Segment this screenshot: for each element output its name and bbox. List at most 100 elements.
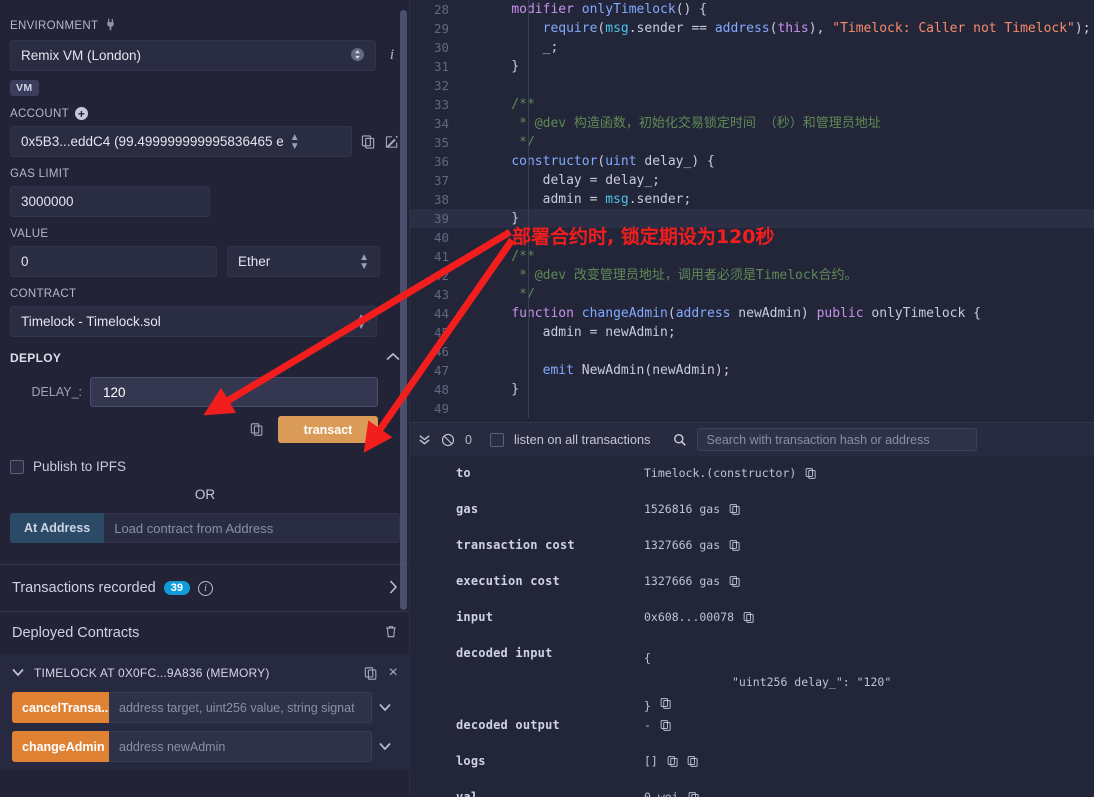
plus-circle-icon[interactable]: + xyxy=(74,107,88,120)
publish-ipfs-row[interactable]: Publish to IPFS xyxy=(0,459,410,474)
transactions-recorded-row[interactable]: Transactions recorded 39 i xyxy=(0,565,410,611)
unit-stepper-icon[interactable]: ▲ ▼ xyxy=(359,252,369,271)
chevron-down-icon[interactable] xyxy=(372,739,398,754)
token: constructor xyxy=(511,154,598,169)
code-line-36[interactable]: 36 constructor(uint delay_) { xyxy=(410,152,1094,171)
code-line-37[interactable]: 37 delay = delay_; xyxy=(410,171,1094,190)
copy-icon[interactable] xyxy=(361,134,376,150)
value-input[interactable]: 0 xyxy=(10,246,217,277)
code-line-30[interactable]: 30 _; xyxy=(410,38,1094,57)
code-line-35[interactable]: 35 */ xyxy=(410,133,1094,152)
at-address-input[interactable]: Load contract from Address xyxy=(104,513,400,543)
sidebar-scrollbar[interactable] xyxy=(400,10,407,610)
copy-icon[interactable] xyxy=(743,611,754,624)
clear-console-icon[interactable] xyxy=(441,433,455,447)
copy-icon[interactable] xyxy=(364,666,378,681)
copy-icon[interactable] xyxy=(687,755,698,768)
environment-value: Remix VM (London) xyxy=(21,48,142,63)
terminal-row-value: [] xyxy=(644,754,698,768)
delay-input[interactable]: 120 xyxy=(90,377,378,407)
copy-icon[interactable] xyxy=(667,755,678,768)
line-number: 29 xyxy=(433,21,449,36)
code-line-46[interactable]: 46 xyxy=(410,342,1094,361)
indent-guide xyxy=(528,57,529,76)
terminal-search-input[interactable]: Search with transaction hash or address xyxy=(696,428,977,451)
terminal-row-key: to xyxy=(456,466,471,480)
contract-select[interactable]: Timelock - Timelock.sol ▲ ▼ xyxy=(10,306,377,337)
search-icon[interactable] xyxy=(673,433,687,447)
copy-icon[interactable] xyxy=(660,719,671,732)
publish-ipfs-checkbox[interactable] xyxy=(10,459,24,474)
chevron-down-icon[interactable] xyxy=(372,700,398,715)
token: } xyxy=(480,59,520,74)
chevron-right-icon[interactable] xyxy=(389,579,398,597)
token: "Timelock: Caller not Timelock" xyxy=(832,21,1075,36)
delay-label: DELAY_: xyxy=(31,385,83,399)
trash-icon[interactable] xyxy=(384,624,398,643)
account-stepper-icon[interactable]: ▲ ▼ xyxy=(290,132,300,151)
code-editor[interactable]: 28 modifier onlyTimelock() {29 require(m… xyxy=(410,0,1094,422)
annotation-text: 部署合约时, 锁定期设为120秒 xyxy=(512,226,775,248)
copy-icon[interactable] xyxy=(660,694,671,709)
value-amount: 0 xyxy=(21,254,29,269)
code-line-45[interactable]: 45 admin = newAdmin; xyxy=(410,323,1094,342)
function-button-cancelTransaction[interactable]: cancelTransa... xyxy=(12,692,109,723)
copy-icon[interactable] xyxy=(729,503,740,516)
transact-button[interactable]: transact xyxy=(278,416,378,443)
code-line-32[interactable]: 32 xyxy=(410,76,1094,95)
environment-info-icon[interactable]: i xyxy=(384,47,400,64)
code-text: */ xyxy=(458,285,535,304)
terminal-row-value: - xyxy=(644,718,671,732)
deploy-header[interactable]: DEPLOY xyxy=(0,351,410,365)
code-line-43[interactable]: 43 */ xyxy=(410,285,1094,304)
code-line-34[interactable]: 34 * @dev 构造函数，初始化交易锁定时间 （秒）和管理员地址 xyxy=(410,114,1094,133)
info-circle-icon[interactable]: i xyxy=(197,580,213,596)
function-button-changeAdmin[interactable]: changeAdmin xyxy=(12,731,109,762)
function-params-input-cancelTransaction[interactable]: address target, uint256 value, string si… xyxy=(109,692,372,723)
copy-icon[interactable] xyxy=(805,467,816,480)
edit-icon[interactable] xyxy=(385,134,400,150)
indent-guide xyxy=(528,152,529,171)
code-text: } xyxy=(458,380,529,399)
indent-guide xyxy=(528,247,529,266)
terminal-row-key: val xyxy=(456,790,479,797)
code-line-41[interactable]: 41 /** xyxy=(410,247,1094,266)
line-number: 42 xyxy=(433,268,449,283)
listen-transactions-checkbox[interactable] xyxy=(489,432,504,447)
terminal-value-text: [] xyxy=(644,754,658,768)
at-address-button[interactable]: At Address xyxy=(10,513,105,543)
code-line-31[interactable]: 31 } xyxy=(410,57,1094,76)
function-params-input-changeAdmin[interactable]: address newAdmin xyxy=(109,731,372,762)
value-unit-select[interactable]: Ether ▲ ▼ xyxy=(227,246,380,277)
code-line-33[interactable]: 33 /** xyxy=(410,95,1094,114)
chevrons-down-icon[interactable] xyxy=(418,433,431,446)
environment-select[interactable]: Remix VM (London) xyxy=(10,40,376,71)
terminal-row-key: gas xyxy=(456,502,479,516)
code-line-48[interactable]: 48 } xyxy=(410,380,1094,399)
copy-icon[interactable] xyxy=(250,422,264,437)
contract-stepper-icon[interactable]: ▲ ▼ xyxy=(356,312,366,331)
gas-limit-input[interactable]: 3000000 xyxy=(10,186,210,217)
function-params-placeholder: address target, uint256 value, string si… xyxy=(119,700,355,715)
account-select[interactable]: 0x5B3...eddC4 (99.499999999995836465 e ▲… xyxy=(10,126,352,157)
code-line-49[interactable]: 49 xyxy=(410,399,1094,418)
code-text: } xyxy=(458,209,529,228)
environment-section: ENVIRONMENT Remix VM (London) i VM xyxy=(0,0,410,96)
chevron-updown-icon[interactable] xyxy=(350,47,365,64)
code-line-42[interactable]: 42 * @dev 改变管理员地址，调用者必须是Timelock合约。 xyxy=(410,266,1094,285)
code-line-44[interactable]: 44 function changeAdmin(address newAdmin… xyxy=(410,304,1094,323)
chevron-up-icon[interactable] xyxy=(386,351,400,365)
code-line-47[interactable]: 47 emit NewAdmin(newAdmin); xyxy=(410,361,1094,380)
copy-icon[interactable] xyxy=(729,575,740,588)
code-line-38[interactable]: 38 admin = msg.sender; xyxy=(410,190,1094,209)
indent-guide xyxy=(528,285,529,304)
code-line-29[interactable]: 29 require(msg.sender == address(this), … xyxy=(410,19,1094,38)
contract-instance-header[interactable]: TIMELOCK AT 0X0FC...9A836 (MEMORY) × xyxy=(0,654,410,692)
copy-icon[interactable] xyxy=(729,539,740,552)
chevron-down-icon[interactable] xyxy=(12,666,24,680)
transactions-recorded-label: Transactions recorded xyxy=(12,580,156,596)
code-line-28[interactable]: 28 modifier onlyTimelock() { xyxy=(410,0,1094,19)
close-icon[interactable]: × xyxy=(388,664,398,682)
copy-icon[interactable] xyxy=(688,791,699,797)
